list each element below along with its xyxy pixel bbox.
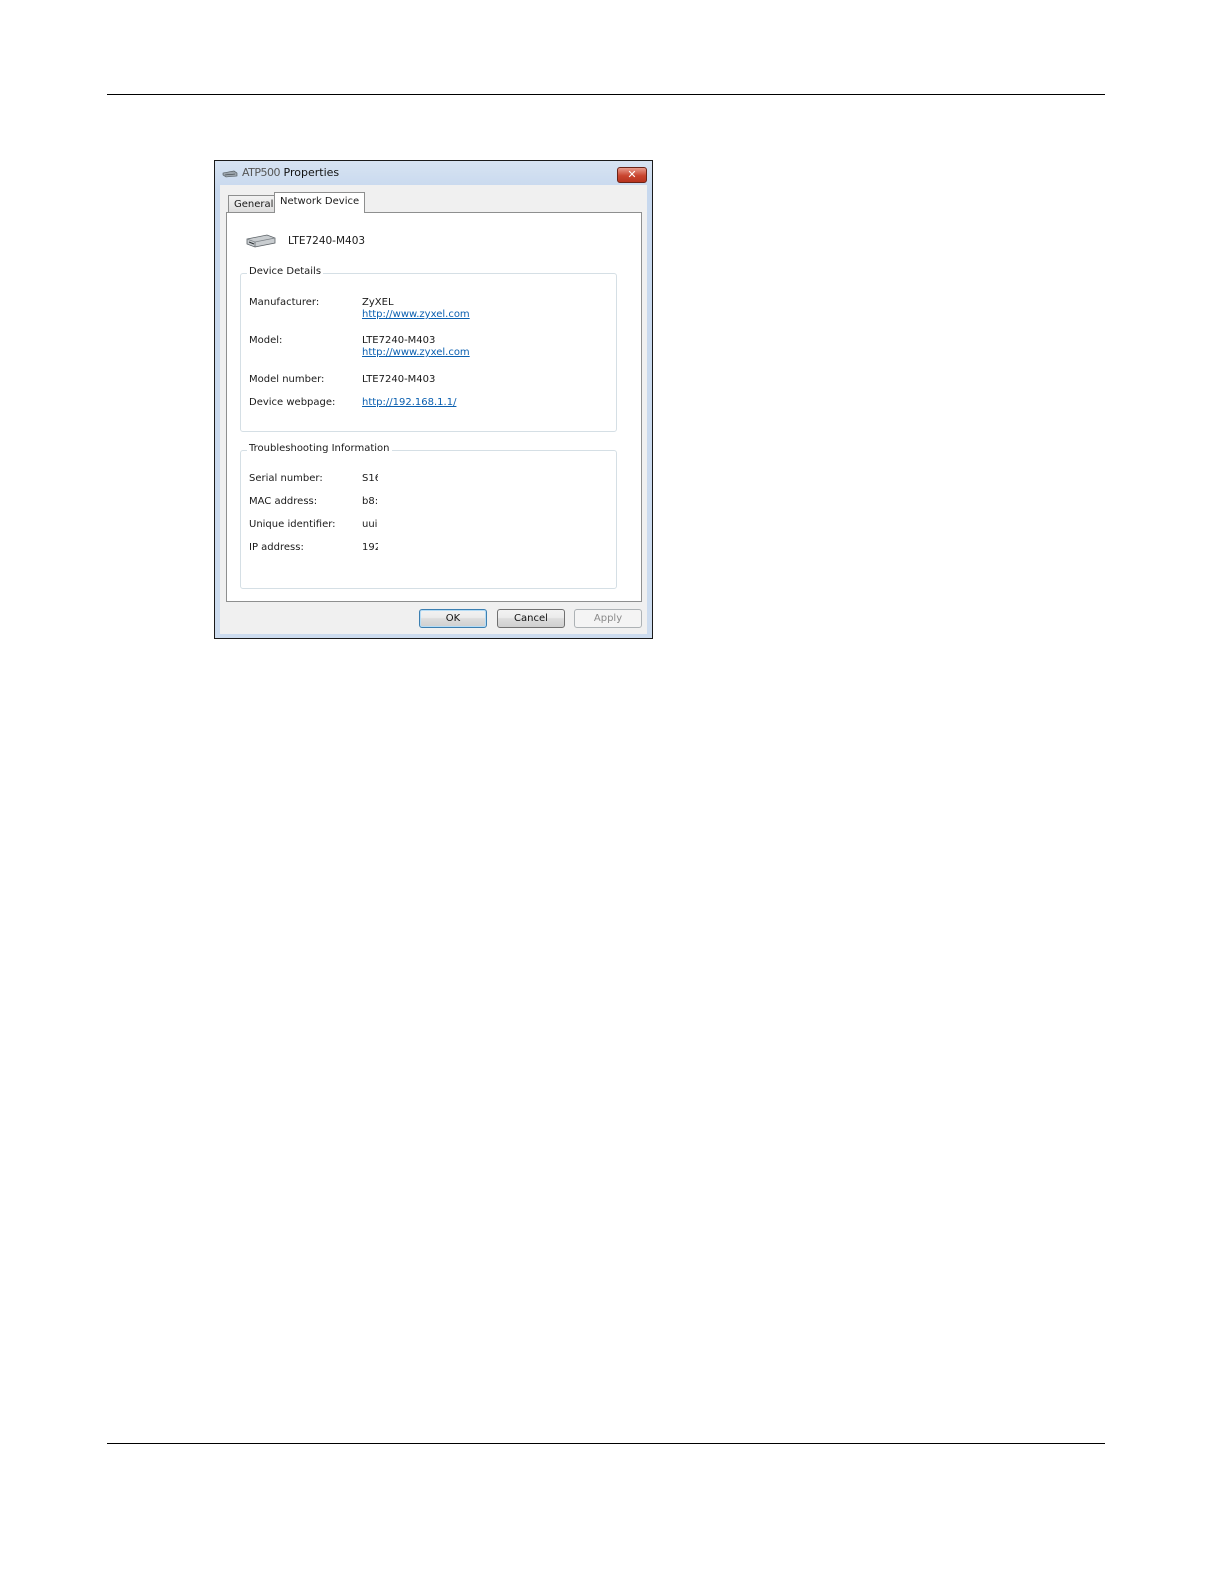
device-details-group: Device Details Manufacturer: ZyXEL http:… [240,266,617,432]
router-icon [246,234,276,248]
device-details-legend: Device Details [247,266,324,277]
dialog-title-device: ATP500 [242,166,281,179]
page-header-rule [107,94,1105,95]
ok-button[interactable]: OK [419,609,487,628]
close-button[interactable]: ✕ [617,167,647,183]
troubleshooting-group: Troubleshooting Information Serial numbe… [240,443,617,589]
unique-identifier-value: uuid [362,519,378,530]
network-device-panel: LTE7240-M403 Device Details Manufacturer… [226,212,642,602]
model-number-value: LTE7240-M403 [362,374,436,385]
ip-address-label: IP address: [249,542,304,553]
dialog-title-suffix: Properties [283,166,340,179]
network-device-icon [222,170,238,178]
mac-address-label: MAC address: [249,496,318,507]
manufacturer-label: Manufacturer: [249,297,320,308]
device-name: LTE7240-M403 [288,235,366,247]
dialog-client-area: General Network Device LTE7240-M403 Devi… [220,185,647,634]
mac-address-value: b8: [362,496,378,507]
model-link[interactable]: http://www.zyxel.com [362,347,470,358]
device-webpage-link[interactable]: http://192.168.1.1/ [362,397,456,408]
manufacturer-value: ZyXEL [362,297,394,308]
serial-number-value: S16 [362,473,378,484]
unique-identifier-label: Unique identifier: [249,519,336,530]
properties-dialog: ATP500 Properties ✕ General Network Devi… [214,160,653,639]
apply-button[interactable]: Apply [574,609,642,628]
troubleshooting-legend: Troubleshooting Information [247,443,392,454]
page-footer-rule [107,1443,1105,1444]
model-value: LTE7240-M403 [362,335,436,346]
tab-network-device[interactable]: Network Device [274,192,366,213]
dialog-title: ATP500 Properties [242,166,339,179]
tab-general[interactable]: General [228,195,280,213]
title-bar[interactable]: ATP500 Properties ✕ [215,161,652,185]
manufacturer-link[interactable]: http://www.zyxel.com [362,309,470,320]
model-number-label: Model number: [249,374,325,385]
ip-address-value: 192 [362,542,378,553]
model-label: Model: [249,335,283,346]
device-webpage-label: Device webpage: [249,397,336,408]
cancel-button[interactable]: Cancel [497,609,565,628]
close-icon: ✕ [627,168,637,181]
serial-number-label: Serial number: [249,473,323,484]
